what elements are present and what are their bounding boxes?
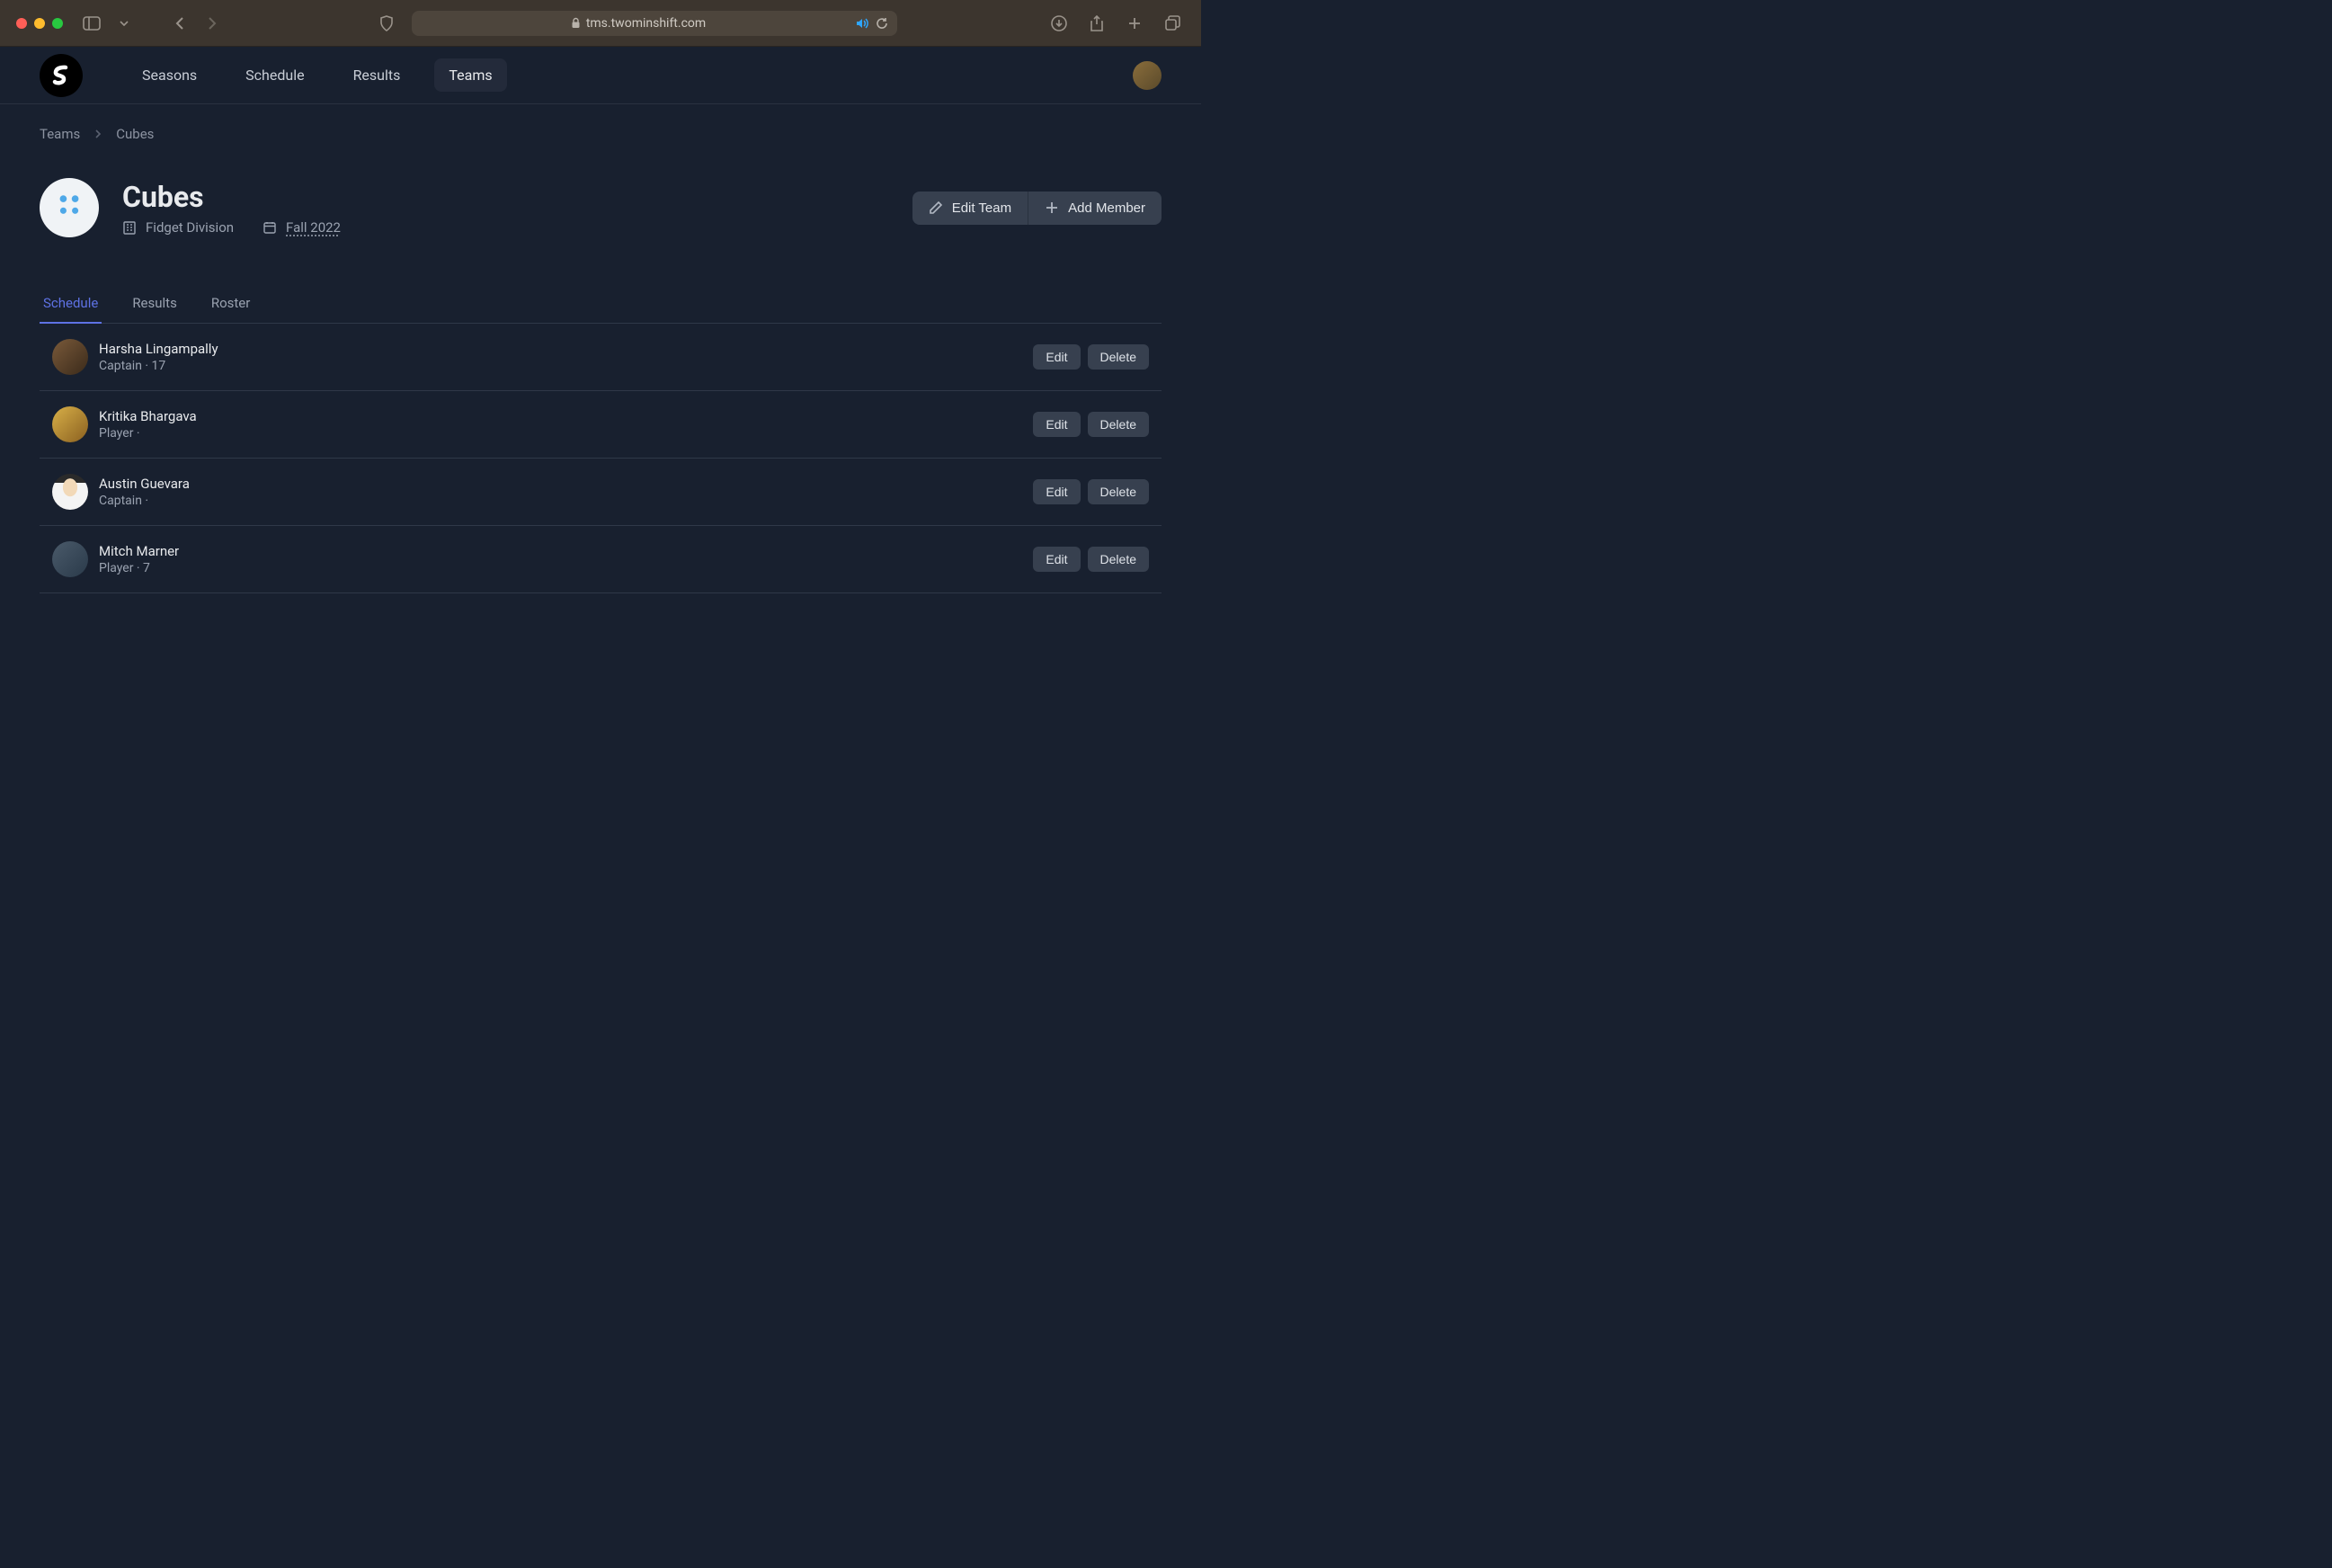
minimize-window-button[interactable]: [34, 18, 45, 29]
team-season-text: Fall 2022: [286, 219, 341, 236]
team-title: Cubes: [122, 180, 341, 214]
breadcrumb-root[interactable]: Teams: [40, 126, 80, 142]
reload-icon[interactable]: [876, 17, 888, 30]
lock-icon: [571, 17, 581, 29]
nav-schedule[interactable]: Schedule: [231, 58, 318, 92]
row-actions: Edit Delete: [1033, 344, 1149, 370]
team-header: Cubes Fidget Division Fall 2022: [40, 178, 1162, 237]
team-season[interactable]: Fall 2022: [263, 219, 341, 236]
new-tab-icon[interactable]: [1122, 11, 1147, 36]
content: Teams Cubes Cubes Fidget Division: [0, 104, 1201, 593]
member-name: Mitch Marner: [99, 543, 179, 559]
chrome-right: [1046, 11, 1185, 36]
edit-member-button[interactable]: Edit: [1033, 547, 1080, 572]
member-info: Harsha Lingampally Captain · 17: [99, 341, 218, 373]
nav-seasons[interactable]: Seasons: [128, 58, 211, 92]
edit-member-button[interactable]: Edit: [1033, 344, 1080, 370]
row-actions: Edit Delete: [1033, 412, 1149, 437]
downloads-icon[interactable]: [1046, 11, 1072, 36]
team-actions: Edit Team Add Member: [912, 192, 1162, 225]
add-member-button[interactable]: Add Member: [1028, 192, 1162, 225]
close-window-button[interactable]: [16, 18, 27, 29]
plus-icon: [1045, 200, 1059, 215]
nav-results[interactable]: Results: [339, 58, 415, 92]
tabs: Schedule Results Roster: [40, 284, 1162, 324]
team-division: Fidget Division: [122, 219, 234, 236]
app-header: Seasons Schedule Results Teams: [0, 47, 1201, 104]
url-text-wrap: tms.twominshift.com: [421, 16, 856, 31]
tab-schedule[interactable]: Schedule: [40, 284, 102, 324]
audio-icon[interactable]: [856, 17, 870, 30]
add-member-label: Add Member: [1068, 200, 1145, 216]
edit-member-button[interactable]: Edit: [1033, 412, 1080, 437]
chrome-center: tms.twominshift.com: [232, 11, 1039, 36]
calendar-icon: [263, 220, 277, 235]
tab-overview-icon[interactable]: [1160, 11, 1185, 36]
app-logo[interactable]: [40, 54, 83, 97]
pencil-icon: [929, 200, 943, 215]
team-meta: Fidget Division Fall 2022: [122, 219, 341, 236]
edit-team-button[interactable]: Edit Team: [912, 192, 1028, 225]
edit-member-button[interactable]: Edit: [1033, 479, 1080, 504]
delete-member-button[interactable]: Delete: [1088, 547, 1149, 572]
member-name: Harsha Lingampally: [99, 341, 218, 357]
chevron-down-icon[interactable]: [111, 11, 137, 36]
url-right-icons: [856, 17, 888, 30]
row-actions: Edit Delete: [1033, 479, 1149, 504]
member-role: Player ·: [99, 426, 197, 441]
chevron-right-icon: [94, 129, 102, 139]
member-role: Player · 7: [99, 561, 179, 575]
team-avatar: [40, 178, 99, 237]
breadcrumb-current[interactable]: Cubes: [116, 126, 154, 142]
roster-row: Mitch Marner Player · 7 Edit Delete: [40, 526, 1162, 593]
browser-chrome: tms.twominshift.com: [0, 0, 1201, 47]
member-name: Kritika Bhargava: [99, 408, 197, 424]
maximize-window-button[interactable]: [52, 18, 63, 29]
window-controls: [16, 18, 63, 29]
delete-member-button[interactable]: Delete: [1088, 479, 1149, 504]
back-button[interactable]: [167, 11, 192, 36]
roster-list: Harsha Lingampally Captain · 17 Edit Delete…: [40, 324, 1162, 593]
delete-member-button[interactable]: Delete: [1088, 344, 1149, 370]
member-name: Austin Guevara: [99, 476, 190, 492]
tab-results[interactable]: Results: [129, 284, 181, 324]
share-icon[interactable]: [1084, 11, 1109, 36]
forward-button[interactable]: [200, 11, 225, 36]
nav-links: Seasons Schedule Results Teams: [128, 58, 507, 92]
member-role: Captain ·: [99, 494, 190, 508]
building-icon: [122, 220, 137, 235]
delete-member-button[interactable]: Delete: [1088, 412, 1149, 437]
shield-icon[interactable]: [374, 11, 399, 36]
url-text: tms.twominshift.com: [586, 16, 706, 31]
row-actions: Edit Delete: [1033, 547, 1149, 572]
member-role: Captain · 17: [99, 359, 218, 373]
member-info: Austin Guevara Captain ·: [99, 476, 190, 508]
member-info: Kritika Bhargava Player ·: [99, 408, 197, 441]
sidebar-toggle-icon[interactable]: [79, 11, 104, 36]
breadcrumb: Teams Cubes: [40, 124, 1162, 144]
nav-teams[interactable]: Teams: [434, 58, 506, 92]
team-division-text: Fidget Division: [146, 219, 234, 236]
member-avatar[interactable]: [52, 474, 88, 510]
member-info: Mitch Marner Player · 7: [99, 543, 179, 575]
content-inner: Teams Cubes Cubes Fidget Division: [40, 104, 1162, 593]
member-avatar[interactable]: [52, 406, 88, 442]
tab-roster[interactable]: Roster: [208, 284, 254, 324]
roster-row: Harsha Lingampally Captain · 17 Edit Delete: [40, 324, 1162, 391]
roster-row: Kritika Bhargava Player · Edit Delete: [40, 391, 1162, 459]
roster-row: Austin Guevara Captain · Edit Delete: [40, 459, 1162, 526]
profile-avatar[interactable]: [1133, 61, 1162, 90]
team-title-wrap: Cubes Fidget Division Fall 2022: [122, 180, 341, 236]
url-bar[interactable]: tms.twominshift.com: [412, 11, 897, 36]
member-avatar[interactable]: [52, 339, 88, 375]
edit-team-label: Edit Team: [952, 200, 1011, 216]
member-avatar[interactable]: [52, 541, 88, 577]
